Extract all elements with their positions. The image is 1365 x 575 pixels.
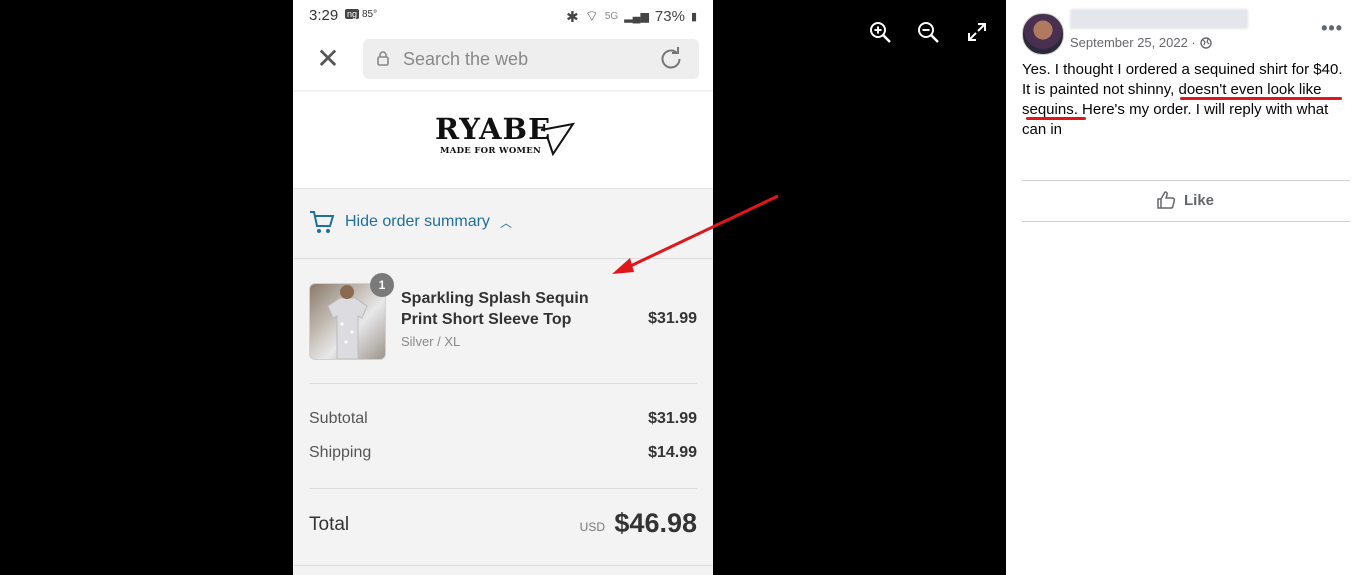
search-placeholder: Search the web xyxy=(403,49,529,69)
post-panel: September 25, 2022 · ••• Yes. I thought … xyxy=(1006,0,1365,575)
divider xyxy=(293,565,713,566)
product-price: $31.99 xyxy=(648,310,697,327)
subtotal-label: Subtotal xyxy=(309,410,368,427)
photo-viewer: 3:29 ng 85° ✱ ⌔ 5G ▂▄▆ 73% ▮ ✕ Search th… xyxy=(0,0,1006,575)
more-options-icon[interactable]: ••• xyxy=(1321,18,1343,39)
total-currency: USD xyxy=(579,520,605,534)
summary-toggle-label: Hide order summary xyxy=(345,213,490,230)
divider xyxy=(309,383,697,384)
status-time: 3:29 xyxy=(309,7,339,24)
cart-icon xyxy=(310,211,335,233)
status-right-group: ✱ ⌔ 5G ▂▄▆ 73% ▮ xyxy=(566,7,697,26)
total-label: Total xyxy=(309,514,350,535)
fullscreen-icon[interactable] xyxy=(965,20,989,44)
thumbs-up-icon xyxy=(1157,191,1176,209)
total-value: $46.98 xyxy=(614,508,697,538)
avatar[interactable] xyxy=(1022,13,1064,55)
subtotal-value: $31.99 xyxy=(648,410,697,427)
bluetooth-icon: ✱ xyxy=(566,8,579,26)
lock-icon xyxy=(377,51,389,66)
store-header: RYABE MADE FOR WOMEN xyxy=(293,92,713,189)
divider xyxy=(1022,180,1350,181)
status-temperature: 85° xyxy=(362,9,378,20)
author-name-redacted[interactable] xyxy=(1070,9,1248,29)
like-label: Like xyxy=(1184,191,1215,209)
chevron-up-icon: ︿ xyxy=(499,215,512,230)
product-variant: Silver / XL xyxy=(401,334,461,349)
post-text: Yes. I thought I ordered a sequined shir… xyxy=(1022,61,1343,138)
search-input[interactable]: Search the web xyxy=(363,39,699,79)
quantity-badge: 1 xyxy=(370,273,394,297)
divider xyxy=(309,488,697,489)
globe-icon xyxy=(1200,36,1212,49)
browser-toolbar: ✕ Search the web xyxy=(293,32,713,90)
store-tagline: MADE FOR WOMEN xyxy=(440,146,542,156)
reload-icon[interactable] xyxy=(659,47,683,71)
phone-status-bar: 3:29 ng 85° ✱ ⌔ 5G ▂▄▆ 73% ▮ xyxy=(293,0,713,32)
hanger-icon xyxy=(540,122,575,156)
shipping-value: $14.99 xyxy=(648,444,697,461)
divider xyxy=(1022,221,1350,222)
shirt-image xyxy=(327,285,368,359)
post-date-text: September 25, 2022 · xyxy=(1070,35,1196,50)
wifi-icon: ⌔ xyxy=(584,8,599,25)
shipping-label: Shipping xyxy=(309,444,372,461)
close-icon[interactable]: ✕ xyxy=(315,45,341,73)
red-arrow-annotation xyxy=(612,194,779,274)
store-logo: RYABE xyxy=(435,112,552,146)
zoom-out-icon[interactable] xyxy=(916,20,940,44)
hide-order-summary-toggle[interactable]: Hide order summary ︿ xyxy=(309,210,512,234)
product-name: Sparkling Splash Sequin Print Short Slee… xyxy=(401,290,589,328)
carrier-icon: ng xyxy=(345,9,360,19)
network-label: 5G xyxy=(604,11,619,22)
red-underline-annotation xyxy=(1026,117,1086,120)
zoom-in-icon[interactable] xyxy=(868,20,892,44)
battery-label: 73% xyxy=(654,8,685,25)
like-button[interactable]: Like xyxy=(1156,190,1214,210)
signal-icon: ▂▄▆ xyxy=(624,11,649,23)
screenshot-photo: 3:29 ng 85° ✱ ⌔ 5G ▂▄▆ 73% ▮ ✕ Search th… xyxy=(293,0,713,575)
battery-icon: ▮ xyxy=(690,11,697,23)
post-date[interactable]: September 25, 2022 · xyxy=(1070,35,1212,50)
red-underline-annotation xyxy=(1180,97,1342,100)
